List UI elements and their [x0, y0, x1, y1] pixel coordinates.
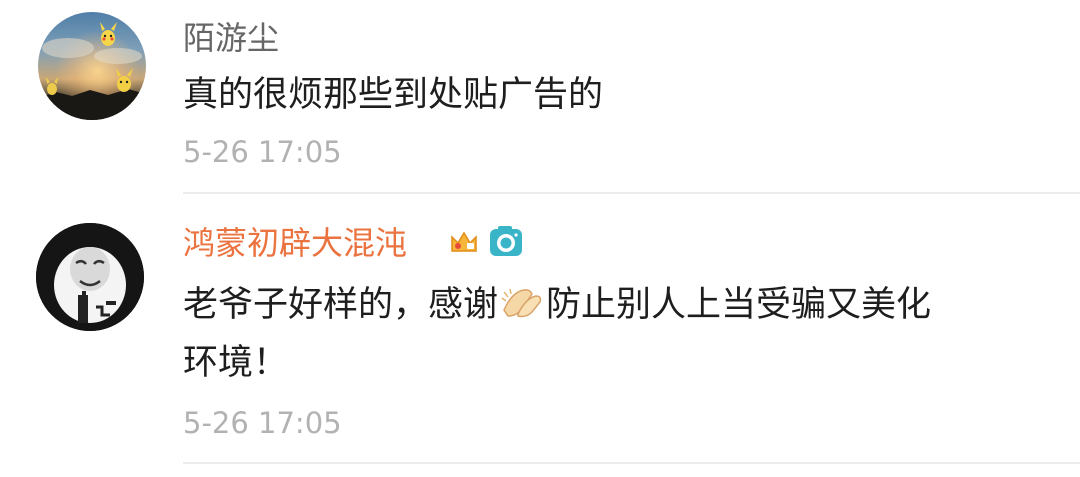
avatar-scenery-icon	[38, 22, 146, 120]
username[interactable]: 陌游尘	[183, 18, 279, 58]
comment-text: 真的很烦那些到处贴广告的	[183, 75, 604, 115]
timestamp: 5-26 17:05	[183, 135, 342, 169]
crown-badge-icon[interactable]	[446, 224, 482, 264]
camera-badge-icon[interactable]	[488, 224, 524, 264]
comment-text: 老爷子好样的，感谢 防止别人上当受骗又美化	[183, 276, 931, 334]
divider	[183, 462, 1080, 464]
username[interactable]: 鸿蒙初辟大混沌	[183, 223, 407, 263]
avatar[interactable]	[38, 12, 146, 120]
panda-meme-icon	[36, 223, 144, 331]
comment-text-part: 老爷子好样的，感谢	[183, 285, 499, 325]
divider	[183, 192, 1080, 194]
avatar[interactable]	[36, 223, 144, 331]
comment-text-line2: 环境！	[183, 343, 289, 383]
comment-text-part: 防止别人上当受骗又美化	[546, 285, 932, 325]
clap-emoji-icon	[500, 280, 544, 318]
comment-list: 陌游尘 真的很烦那些到处贴广告的 5-26 17:05 鸿蒙初辟大混沌 老爷子好…	[0, 0, 1080, 477]
timestamp: 5-26 17:05	[183, 406, 342, 440]
